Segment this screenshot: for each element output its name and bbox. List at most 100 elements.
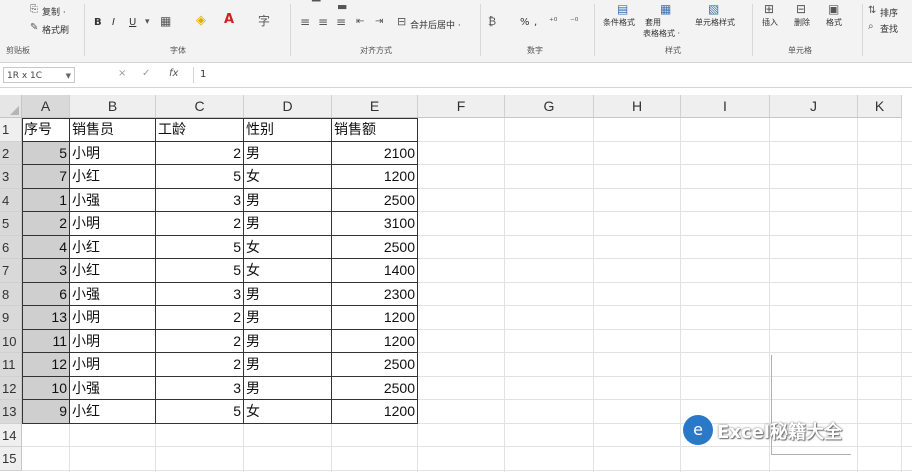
table-cell[interactable]: 1 bbox=[22, 188, 69, 211]
table-format-button[interactable]: 套用 bbox=[645, 17, 661, 28]
table-cell[interactable]: 3100 bbox=[332, 212, 417, 235]
table-cell[interactable]: 3 bbox=[156, 283, 243, 306]
table-cell[interactable]: 小强 bbox=[70, 377, 155, 400]
column-header-h[interactable]: H bbox=[594, 95, 681, 118]
sort-button[interactable]: 排序 bbox=[880, 6, 898, 19]
table-cell[interactable]: 6 bbox=[22, 282, 69, 305]
function-icon[interactable]: fx bbox=[169, 68, 178, 79]
column-header-d[interactable]: D bbox=[244, 95, 332, 118]
table-cell[interactable]: 5 bbox=[22, 141, 69, 164]
table-cell[interactable]: 小红 bbox=[70, 400, 155, 423]
table-cell[interactable]: 2500 bbox=[332, 189, 417, 212]
merge-center-button[interactable]: 合并后居中 · bbox=[410, 18, 461, 31]
table-cell[interactable]: 小红 bbox=[70, 259, 155, 282]
row-header-3[interactable]: 3 bbox=[0, 165, 22, 189]
column-header-b[interactable]: B bbox=[70, 95, 156, 118]
column-header-f[interactable]: F bbox=[418, 95, 505, 118]
table-cell[interactable]: 12 bbox=[22, 353, 69, 376]
row-header-4[interactable]: 4 bbox=[0, 188, 22, 212]
format-icon[interactable]: ▣ bbox=[828, 2, 839, 16]
find-button[interactable]: 查找 bbox=[880, 22, 898, 35]
table-cell[interactable]: 2 bbox=[156, 306, 243, 329]
table-cell[interactable]: 男 bbox=[244, 189, 331, 212]
percent-button[interactable]: % bbox=[520, 17, 530, 28]
table-cell[interactable]: 小强 bbox=[70, 283, 155, 306]
table-cell[interactable]: 女 bbox=[244, 400, 331, 423]
row-header-5[interactable]: 5 bbox=[0, 212, 22, 236]
delete-icon[interactable]: ⊟ bbox=[796, 2, 806, 16]
cell-style-icon[interactable]: ▧ bbox=[708, 2, 719, 16]
column-header-j[interactable]: J bbox=[770, 95, 858, 118]
table-cell[interactable]: 2500 bbox=[332, 236, 417, 259]
table-cell[interactable]: 男 bbox=[244, 353, 331, 376]
delete-button[interactable]: 删除 bbox=[794, 17, 810, 28]
table-cell[interactable]: 2300 bbox=[332, 283, 417, 306]
table-cell[interactable]: 男 bbox=[244, 377, 331, 400]
fill-color-icon[interactable]: ◈ bbox=[196, 14, 206, 28]
column-header-g[interactable]: G bbox=[505, 95, 594, 118]
row-header-9[interactable]: 9 bbox=[0, 306, 22, 330]
table-cell[interactable]: 2 bbox=[156, 142, 243, 165]
row-header-8[interactable]: 8 bbox=[0, 282, 22, 306]
table-cell[interactable]: 13 bbox=[22, 306, 69, 329]
table-cell[interactable]: 小红 bbox=[70, 236, 155, 259]
table-cell[interactable]: 5 bbox=[156, 165, 243, 188]
table-cell[interactable]: 1200 bbox=[332, 306, 417, 329]
row-header-14[interactable]: 14 bbox=[0, 423, 22, 447]
table-cell[interactable]: 小明 bbox=[70, 306, 155, 329]
underline-button[interactable]: U bbox=[129, 17, 136, 28]
column-header-c[interactable]: C bbox=[156, 95, 244, 118]
decrease-decimal-icon[interactable]: ⁻⁰ bbox=[570, 15, 578, 29]
bold-button[interactable]: B bbox=[94, 17, 102, 28]
italic-button[interactable]: I bbox=[112, 17, 115, 28]
table-cell[interactable]: 小强 bbox=[70, 189, 155, 212]
table-cell[interactable]: 10 bbox=[22, 376, 69, 399]
chevron-down-icon[interactable]: ▾ bbox=[145, 15, 150, 29]
table-header-cell[interactable]: 序号 bbox=[22, 118, 69, 141]
table-cell[interactable]: 5 bbox=[156, 236, 243, 259]
column-header-k[interactable]: K bbox=[858, 95, 902, 118]
conditional-format-icon[interactable]: ▤ bbox=[617, 2, 628, 16]
phonetic-icon[interactable]: 字 bbox=[258, 14, 270, 28]
find-icon[interactable]: ⌕ bbox=[868, 20, 874, 34]
enter-icon[interactable]: ✓ bbox=[142, 68, 150, 79]
border-icon[interactable]: ▦ bbox=[160, 14, 171, 28]
table-cell[interactable]: 2500 bbox=[332, 353, 417, 376]
table-cell[interactable]: 2 bbox=[156, 212, 243, 235]
table-cell[interactable]: 3 bbox=[156, 189, 243, 212]
row-header-6[interactable]: 6 bbox=[0, 235, 22, 259]
column-header-a[interactable]: A bbox=[22, 95, 70, 118]
table-header-cell[interactable]: 销售额 bbox=[332, 118, 417, 141]
row-header-13[interactable]: 13 bbox=[0, 400, 22, 424]
name-box[interactable]: 1R x 1C ▼ bbox=[3, 67, 75, 83]
column-header-e[interactable]: E bbox=[332, 95, 418, 118]
align-center-icon[interactable]: ≡ bbox=[318, 15, 328, 29]
table-format-icon[interactable]: ▦ bbox=[660, 2, 671, 16]
table-header-cell[interactable]: 销售员 bbox=[70, 118, 155, 141]
table-cell[interactable]: 男 bbox=[244, 142, 331, 165]
align-top-icon[interactable]: ▔ bbox=[312, 0, 320, 14]
table-cell[interactable]: 7 bbox=[22, 165, 69, 188]
table-cell[interactable]: 2500 bbox=[332, 377, 417, 400]
table-cell[interactable]: 2 bbox=[22, 212, 69, 235]
cell-style-button[interactable]: 单元格样式 bbox=[695, 17, 735, 28]
table-cell[interactable]: 2 bbox=[156, 330, 243, 353]
row-header-7[interactable]: 7 bbox=[0, 259, 22, 283]
table-cell[interactable]: 4 bbox=[22, 235, 69, 258]
table-cell[interactable]: 3 bbox=[22, 259, 69, 282]
table-cell[interactable]: 男 bbox=[244, 212, 331, 235]
table-cell[interactable]: 女 bbox=[244, 236, 331, 259]
cancel-icon[interactable]: × bbox=[118, 68, 126, 79]
table-cell[interactable]: 1200 bbox=[332, 400, 417, 423]
indent-increase-icon[interactable]: ⇥ bbox=[375, 15, 383, 29]
format-painter-icon[interactable]: ✎ bbox=[30, 21, 38, 35]
copy-icon[interactable]: ⎘ bbox=[30, 3, 38, 17]
table-cell[interactable]: 2 bbox=[156, 353, 243, 376]
indent-decrease-icon[interactable]: ⇤ bbox=[356, 15, 364, 29]
increase-decimal-icon[interactable]: ⁺⁰ bbox=[549, 15, 557, 29]
insert-icon[interactable]: ⊞ bbox=[764, 2, 774, 16]
conditional-format-button[interactable]: 条件格式 bbox=[603, 17, 635, 28]
copy-button[interactable]: 复制 · bbox=[42, 5, 66, 18]
table-cell[interactable]: 1200 bbox=[332, 330, 417, 353]
table-cell[interactable]: 11 bbox=[22, 329, 69, 352]
